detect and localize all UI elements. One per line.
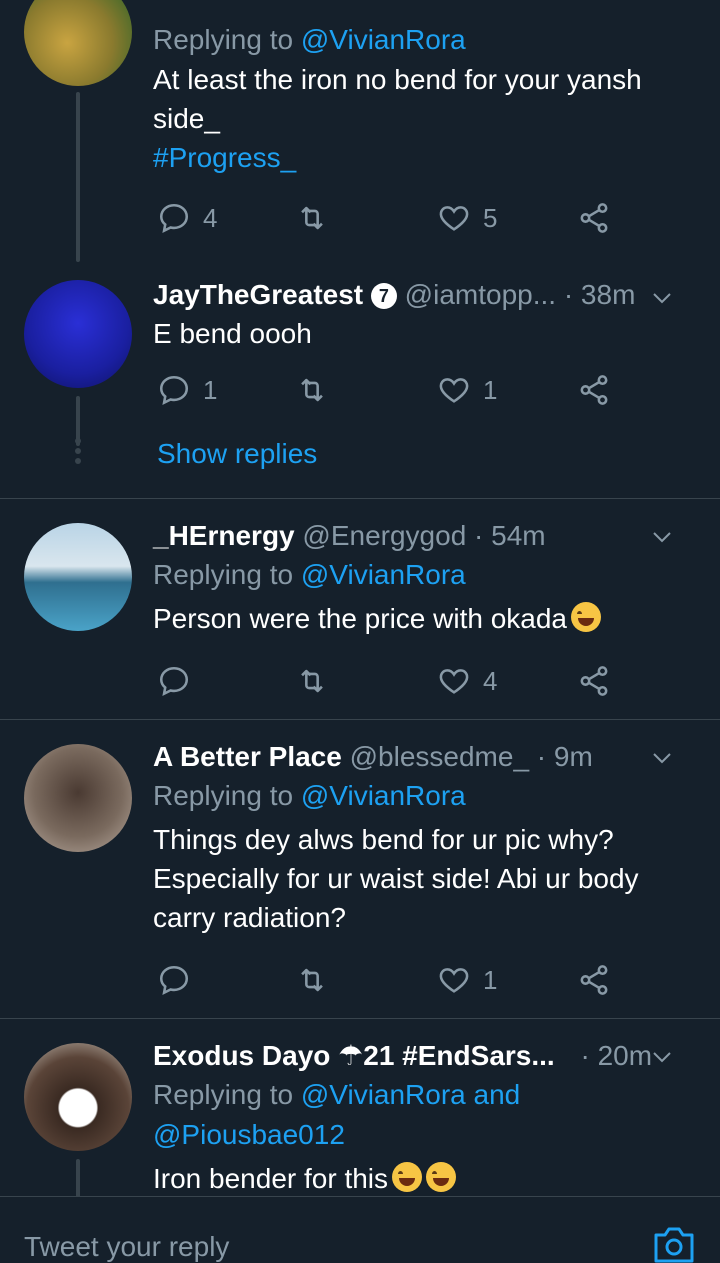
reply-button[interactable] xyxy=(157,661,191,701)
timestamp: · 38m xyxy=(563,279,636,310)
retweet-icon xyxy=(301,206,323,230)
reply-button[interactable]: 4 xyxy=(157,198,217,238)
like-button[interactable]: 1 xyxy=(437,960,497,1000)
retweet-button[interactable] xyxy=(295,960,329,1000)
reply-button[interactable] xyxy=(157,960,191,1000)
like-count: 1 xyxy=(483,374,498,405)
reply-count: 4 xyxy=(203,202,218,233)
retweet-icon xyxy=(301,968,323,992)
like-button[interactable]: 1 xyxy=(437,370,497,410)
replying-to: Replying to @VivianRora xyxy=(153,559,466,590)
chevron-down-icon[interactable] xyxy=(650,746,674,770)
avatar[interactable] xyxy=(24,1043,132,1151)
laughing-emoji-icon xyxy=(571,602,601,632)
timestamp: · 54m xyxy=(474,520,546,551)
thread-line xyxy=(76,1159,80,1196)
tweet-1[interactable]: Replying to @VivianRora At least the iro… xyxy=(0,0,720,262)
thread-dots xyxy=(74,438,82,468)
like-icon xyxy=(439,968,469,993)
retweet-icon xyxy=(301,378,323,402)
camera-icon[interactable] xyxy=(652,1223,696,1263)
share-button[interactable] xyxy=(577,661,611,701)
timestamp: · 20m xyxy=(580,1040,653,1071)
like-button[interactable]: 4 xyxy=(437,661,497,701)
reply-icon xyxy=(159,375,189,406)
like-button[interactable]: 5 xyxy=(437,198,497,238)
chevron-down-icon[interactable] xyxy=(650,286,674,310)
share-icon xyxy=(580,965,608,995)
display-name[interactable]: Exodus Dayo ☂21 #EndSars... xyxy=(153,1040,555,1071)
display-name[interactable]: A Better Place xyxy=(153,741,342,772)
share-button[interactable] xyxy=(577,960,611,1000)
tweet-header: _HErnergy @Energygod · 54m xyxy=(153,517,700,555)
tweet-4[interactable]: A Better Place @blessedme_ · 9m Replying… xyxy=(0,720,720,1018)
like-icon xyxy=(439,206,469,231)
reply-button[interactable]: 1 xyxy=(157,370,217,410)
tweet-2[interactable]: JayTheGreatest 7 @iamtopp... · 38m E ben… xyxy=(0,262,720,498)
share-icon xyxy=(580,203,608,233)
reply-icon xyxy=(159,666,189,697)
replying-to: Replying to @VivianRora xyxy=(153,24,466,55)
reply-count: 1 xyxy=(203,374,218,405)
hashtag-link[interactable]: #Progress_ xyxy=(153,138,700,177)
retweet-button[interactable] xyxy=(295,198,329,238)
tweet-text: Iron bender for this xyxy=(153,1159,700,1196)
tweet-3[interactable]: _HErnergy @Energygod · 54m Replying to @… xyxy=(0,499,720,719)
handle[interactable]: @iamtopp... xyxy=(405,279,556,310)
tweet-text: E bend oooh xyxy=(153,318,312,349)
reply-input[interactable]: Tweet your reply xyxy=(24,1231,229,1263)
mention-link[interactable]: @VivianRora xyxy=(301,559,466,590)
avatar[interactable] xyxy=(24,0,132,86)
handle[interactable]: @blessedme_ xyxy=(350,741,529,772)
share-icon xyxy=(580,666,608,696)
show-replies-link[interactable]: Show replies xyxy=(157,438,317,470)
avatar[interactable] xyxy=(24,523,132,631)
like-count: 5 xyxy=(483,202,498,233)
retweet-button[interactable] xyxy=(295,661,329,701)
share-button[interactable] xyxy=(577,370,611,410)
replying-to: Replying to @VivianRora and xyxy=(153,1079,521,1110)
like-icon xyxy=(439,378,469,403)
avatar[interactable] xyxy=(24,280,132,388)
reply-icon xyxy=(159,965,189,996)
avatar[interactable] xyxy=(24,744,132,852)
tweet-header: A Better Place @blessedme_ · 9m xyxy=(153,738,700,776)
mention-link[interactable]: @VivianRora xyxy=(301,24,466,55)
reply-composer[interactable]: Tweet your reply xyxy=(0,1196,720,1263)
rofl-emoji-icon xyxy=(426,1162,457,1192)
chevron-down-icon[interactable] xyxy=(650,1045,674,1069)
share-button[interactable] xyxy=(577,198,611,238)
handle[interactable]: @Energygod xyxy=(302,520,466,551)
badge-icon: 7 xyxy=(370,283,397,309)
mention-link[interactable]: @Piousbae012 xyxy=(153,1119,345,1150)
chevron-down-icon[interactable] xyxy=(650,525,674,549)
tweet-text: Things dey alws bend for ur pic why? Esp… xyxy=(153,824,639,933)
tweet-text: Person were the price with okada xyxy=(153,599,700,638)
replying-to: Replying to @VivianRora xyxy=(153,780,466,811)
mention-link[interactable]: @VivianRora and xyxy=(301,1079,520,1110)
like-icon xyxy=(439,669,469,694)
thread-line xyxy=(76,92,80,262)
tweet-header: Exodus Dayo ☂21 #EndSars... · 20m xyxy=(153,1037,700,1075)
tweet-header: JayTheGreatest 7 @iamtopp... · 38m xyxy=(153,276,700,314)
like-count: 1 xyxy=(483,964,498,995)
display-name[interactable]: JayTheGreatest xyxy=(153,279,363,310)
share-icon xyxy=(580,375,608,405)
reply-icon xyxy=(159,203,189,234)
display-name[interactable]: _HErnergy xyxy=(153,520,295,551)
tweet-text: At least the iron no bend for your yansh… xyxy=(153,64,642,134)
laughing-emoji-icon xyxy=(392,1162,423,1192)
timestamp: · 9m xyxy=(536,741,593,772)
like-count: 4 xyxy=(483,665,498,696)
mention-link[interactable]: @VivianRora xyxy=(301,780,466,811)
tweet-5[interactable]: Exodus Dayo ☂21 #EndSars... · 20m Replyi… xyxy=(0,1019,720,1196)
retweet-icon xyxy=(301,669,323,693)
retweet-button[interactable] xyxy=(295,370,329,410)
